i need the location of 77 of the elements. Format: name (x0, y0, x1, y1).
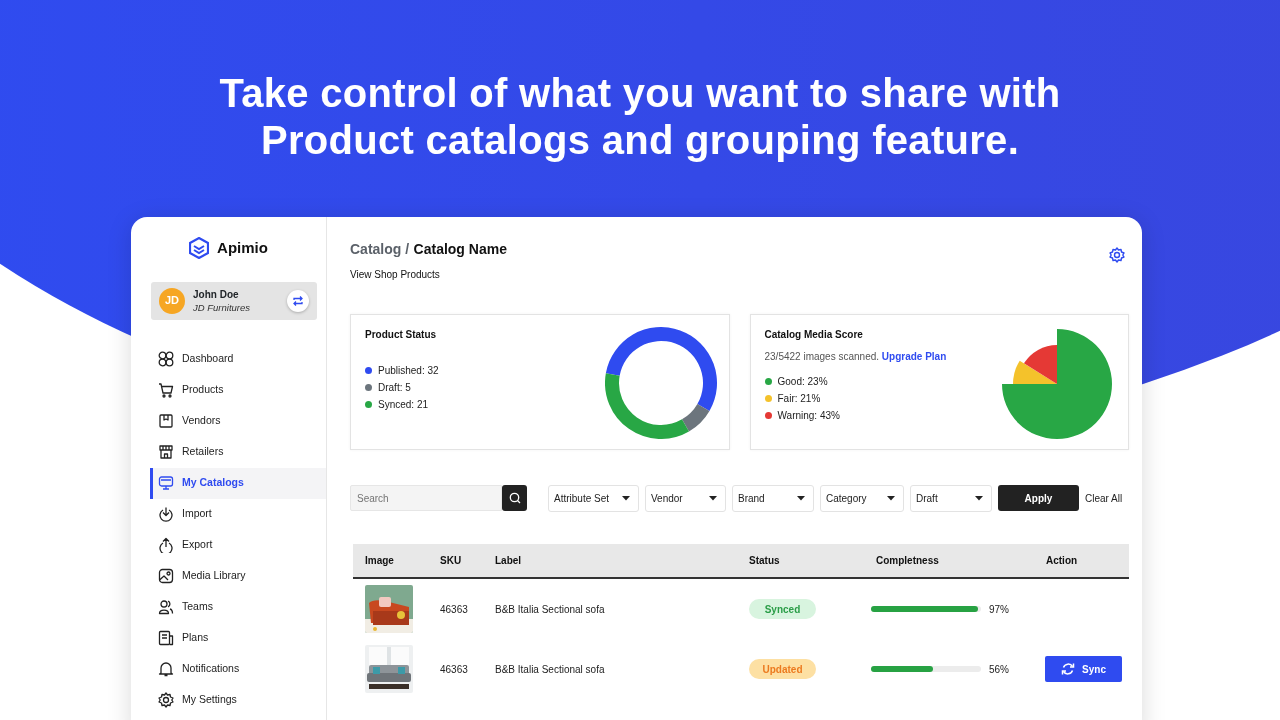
search-button[interactable] (502, 485, 527, 511)
page-title: Catalog Name (413, 241, 507, 257)
search-field[interactable]: Search (350, 485, 502, 511)
sidebar-item[interactable]: Export (150, 529, 326, 561)
caret-icon (709, 495, 717, 501)
filter-dropdown[interactable]: Brand (732, 484, 814, 512)
sync-icon (1061, 662, 1076, 676)
people-icon (158, 599, 174, 615)
sidebar-item[interactable]: Media Library (150, 560, 326, 592)
grid-icon (158, 351, 174, 367)
scan-summary: 23/5422 images scanned. Upgrade Plan (764, 350, 948, 364)
monitor-icon (158, 475, 174, 491)
product-label: B&B Italia Sectional sofa (495, 662, 606, 677)
upload-icon (158, 537, 174, 553)
logo-icon (189, 237, 210, 260)
logo-text: Apimio (217, 238, 268, 258)
sidebar-item[interactable]: Retailers (150, 436, 326, 468)
sidebar-item[interactable]: My Catalogs (150, 467, 326, 499)
product-label: B&B Italia Sectional sofa (495, 602, 606, 617)
legend-label: Warning: 43% (777, 409, 840, 423)
column-header: Image (365, 554, 395, 568)
bell-icon (158, 661, 174, 677)
legend-label: Fair: 21% (777, 392, 821, 406)
page-subtitle: View Shop Products (350, 268, 441, 282)
filter-dropdown[interactable]: Draft (910, 484, 992, 512)
apply-button[interactable]: Apply (998, 485, 1079, 511)
image-icon (158, 568, 174, 584)
column-header: Completness (876, 554, 940, 568)
legend-label: Good: 23% (777, 375, 828, 389)
user-name: John Doe (193, 287, 240, 301)
switch-button[interactable] (287, 289, 309, 312)
legend-label: Draft: 5 (378, 381, 411, 395)
filter-dropdown[interactable]: Attribute Set (548, 484, 639, 512)
legend-label: Synced: 21 (378, 398, 429, 412)
status-badge: Synced (749, 599, 816, 619)
card-title: Catalog Media Score (764, 328, 864, 342)
sidebar-item[interactable]: Dashboard (150, 343, 326, 375)
settings-icon[interactable] (1109, 247, 1125, 263)
status-badge: Updated (749, 659, 816, 679)
avatar: JD (159, 287, 185, 314)
clear-all-button[interactable]: Clear All (1085, 490, 1123, 506)
cart-icon (158, 382, 174, 398)
caret-icon (975, 495, 983, 501)
sku-cell-text: 46363 (440, 602, 469, 617)
caret-icon (622, 495, 630, 501)
sidebar-item[interactable]: Products (150, 374, 326, 406)
breadcrumb-link[interactable]: Catalog / (350, 241, 410, 257)
column-header: SKU (440, 554, 463, 568)
settings-icon (158, 692, 174, 708)
sku-cell-text: 46363 (440, 662, 469, 677)
sidebar-item[interactable]: Import (150, 498, 326, 530)
document-icon (158, 630, 174, 646)
sidebar-item[interactable]: Vendors (150, 405, 326, 437)
column-header: Status (749, 554, 781, 568)
box-icon (158, 413, 174, 429)
company-name: JD Furnitures (193, 300, 250, 314)
headline: Take control of what you want to share with Product catalogs and grouping feature. (218, 70, 1062, 164)
filter-dropdown[interactable]: Vendor (645, 484, 726, 512)
upgrade-link[interactable]: Upgrade Plan (881, 351, 947, 362)
completeness-value: 97% (989, 602, 1009, 617)
sidebar-item[interactable]: Teams (150, 591, 326, 623)
column-header: Action (1046, 554, 1079, 568)
sync-button[interactable]: Sync (1045, 656, 1122, 682)
caret-icon (887, 495, 895, 501)
card-title: Product Status (365, 328, 438, 342)
caret-icon (797, 495, 805, 501)
swap-icon (292, 294, 304, 307)
store-icon (158, 444, 174, 460)
download-icon (158, 506, 174, 522)
column-header: Label (495, 554, 523, 568)
completeness-value: 56% (989, 662, 1009, 677)
filter-dropdown[interactable]: Category (820, 484, 904, 512)
sidebar-item[interactable]: Plans (150, 622, 326, 654)
search-icon (508, 492, 521, 504)
legend-label: Published: 32 (378, 364, 439, 378)
sidebar-item[interactable]: Notifications (150, 653, 326, 685)
sidebar-item[interactable]: My Settings (150, 684, 326, 716)
